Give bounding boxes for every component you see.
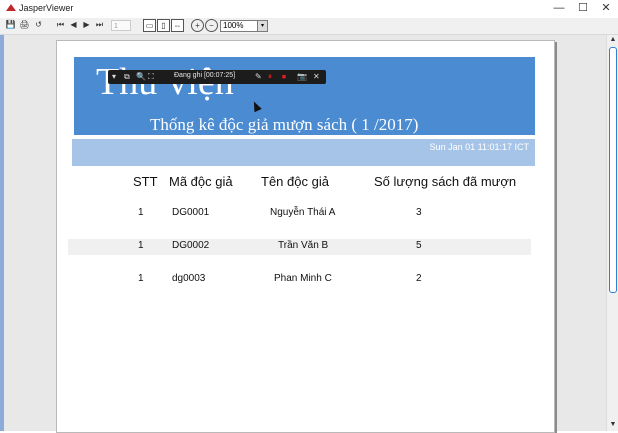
- first-page-icon[interactable]: ⏮: [54, 19, 67, 32]
- left-panel-edge: [0, 35, 4, 431]
- camera-icon[interactable]: 📷: [297, 72, 307, 82]
- fit-page-icon[interactable]: ▯: [157, 19, 170, 32]
- zoom-out-icon[interactable]: −: [205, 19, 218, 32]
- column-header-books-borrowed: Số lượng sách đã mượn: [374, 174, 517, 189]
- scroll-down-icon[interactable]: ▼: [607, 421, 618, 428]
- jasper-logo-icon: [6, 4, 16, 11]
- cell-stt: 1: [138, 240, 144, 251]
- vertical-scrollbar[interactable]: ▲ ▼: [606, 35, 618, 431]
- cell-stt: 1: [138, 207, 144, 218]
- last-page-icon[interactable]: ⏭: [93, 19, 106, 32]
- column-header-reader-name: Tên độc giả: [261, 174, 329, 189]
- cell-reader-name: Phan Minh C: [274, 273, 332, 284]
- cell-reader-name: Nguyễn Thái A: [270, 207, 336, 218]
- cell-books-borrowed: 2: [416, 273, 422, 284]
- chevron-down-icon[interactable]: ▾: [257, 21, 267, 31]
- pen-icon[interactable]: ✎: [255, 72, 262, 82]
- next-page-icon[interactable]: ▶: [80, 19, 93, 32]
- title-bar: JasperViewer — ☐ ✕: [0, 0, 618, 18]
- previous-page-icon[interactable]: ◀: [67, 19, 80, 32]
- fullscreen-icon[interactable]: ⛶: [148, 72, 154, 82]
- actual-size-icon[interactable]: ▭: [143, 19, 156, 32]
- print-icon[interactable]: 🖨: [18, 19, 31, 32]
- column-header-reader-id: Mã độc giả: [169, 174, 233, 189]
- cell-books-borrowed: 3: [416, 207, 422, 218]
- minimize-button[interactable]: —: [547, 1, 571, 16]
- zoom-in-icon[interactable]: +: [191, 19, 204, 32]
- report-subtitle: Thống kê độc giả mượn sách ( 1 /2017): [150, 115, 419, 134]
- cell-reader-id: dg0003: [172, 273, 206, 284]
- print-date: Sun Jan 01 11:01:17 ICT: [429, 142, 529, 152]
- screen-recorder-bar: ▾ ⧉ 🔍 ⛶ Đang ghi [00:07:25] ✎ ⏸ ⏹ 📷 ✕: [108, 70, 326, 84]
- scroll-thumb[interactable]: [609, 47, 617, 293]
- cell-reader-name: Trần Văn B: [278, 240, 329, 251]
- close-button[interactable]: ✕: [594, 1, 618, 16]
- search-icon[interactable]: 🔍: [136, 72, 146, 82]
- pause-icon[interactable]: ⏸: [268, 72, 272, 82]
- date-band: Sun Jan 01 11:01:17 ICT: [72, 139, 535, 166]
- close-icon[interactable]: ✕: [313, 72, 320, 82]
- recording-label: Đang ghi [00:07:25]: [174, 72, 236, 79]
- save-icon[interactable]: 💾: [4, 19, 17, 32]
- page-number-input[interactable]: 1: [111, 20, 131, 31]
- menu-arrow-icon[interactable]: ▾: [112, 72, 116, 82]
- cell-reader-id: DG0001: [172, 207, 210, 218]
- window-icon[interactable]: ⧉: [124, 72, 130, 82]
- zoom-value: 100%: [223, 21, 244, 30]
- zoom-select[interactable]: 100% ▾: [220, 20, 268, 32]
- window-title: JasperViewer: [19, 3, 74, 13]
- stop-icon[interactable]: ⏹: [282, 72, 286, 82]
- reload-icon[interactable]: ↺: [32, 19, 45, 32]
- cell-reader-id: DG0002: [172, 240, 210, 251]
- viewer-toolbar: 💾 🖨 ↺ ⏮ ◀ ▶ ⏭ 1 ▭ ▯ ⇔ + − 100% ▾: [0, 18, 618, 35]
- scroll-up-icon[interactable]: ▲: [607, 36, 618, 43]
- cell-books-borrowed: 5: [416, 240, 422, 251]
- cell-stt: 1: [138, 273, 144, 284]
- fit-width-icon[interactable]: ⇔: [171, 19, 184, 32]
- column-header-stt: STT: [133, 174, 158, 189]
- maximize-button[interactable]: ☐: [571, 1, 595, 16]
